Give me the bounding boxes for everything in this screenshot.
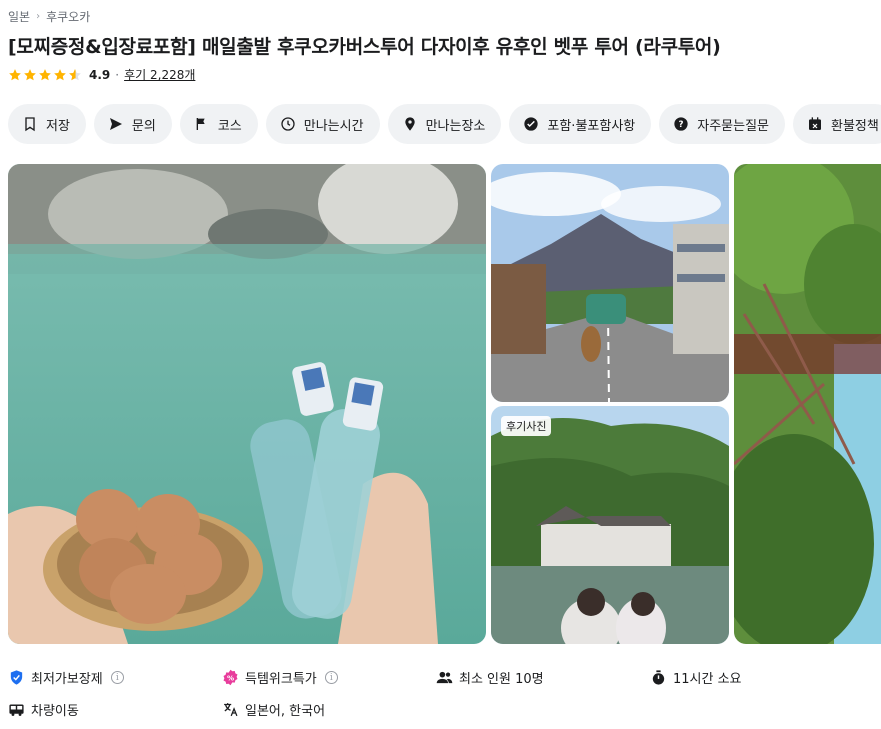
chip-label: 만나는시간 xyxy=(303,118,364,134)
breadcrumb-city[interactable]: 후쿠오카 xyxy=(46,8,90,25)
info-icon[interactable]: i xyxy=(110,671,124,684)
bookmark-icon xyxy=(25,117,35,132)
chevron-right-icon: › xyxy=(36,11,41,22)
feature-label: 득템위크특가 xyxy=(245,672,317,687)
photo-gallery: 후기사진 xyxy=(8,164,881,644)
feature-deal: % 득템위크특가 i xyxy=(222,668,338,687)
breadcrumb: 일본 › 후쿠오카 xyxy=(8,8,90,25)
stopwatch-icon xyxy=(652,670,665,685)
chip-label: 저장 xyxy=(46,118,70,134)
shield-check-icon xyxy=(10,670,23,685)
feature-label: 일본어, 한국어 xyxy=(245,704,326,719)
feature-duration: 11시간 소요 xyxy=(650,668,742,687)
feature-lowest-price: 최저가보장제 i xyxy=(8,668,124,687)
feature-label: 11시간 소요 xyxy=(673,672,742,687)
garden-photo[interactable] xyxy=(734,164,881,644)
street-photo[interactable] xyxy=(491,164,729,402)
info-icon[interactable]: i xyxy=(324,671,338,684)
chip-included[interactable]: 포함·불포함사항 xyxy=(509,104,652,144)
flag-icon xyxy=(196,118,205,130)
chip-faq[interactable]: ? 자주묻는질문 xyxy=(659,104,786,144)
star-icon xyxy=(9,68,21,80)
location-pin-icon xyxy=(404,117,415,131)
rating-row: 4.9 · 후기 2,228개 xyxy=(8,66,195,83)
rating-score: 4.9 xyxy=(89,67,111,82)
chip-course[interactable]: 코스 xyxy=(179,104,258,144)
chip-label: 문의 xyxy=(131,118,156,134)
main-photo[interactable] xyxy=(8,164,486,644)
review-photo-badge: 후기사진 xyxy=(501,416,552,436)
star-icon xyxy=(54,68,66,80)
feature-min-people: 최소 인원 10명 xyxy=(436,668,544,687)
reviews-link[interactable]: 후기 2,228개 xyxy=(124,66,195,83)
star-icon xyxy=(24,68,36,80)
calendar-x-icon xyxy=(809,117,822,130)
star-icon xyxy=(39,68,51,80)
rating-separator: · xyxy=(115,67,120,82)
lake-photo[interactable]: 후기사진 xyxy=(491,406,729,644)
translate-icon xyxy=(224,703,238,717)
svg-text:%: % xyxy=(227,673,234,682)
feature-label: 차량이동 xyxy=(31,704,79,719)
half-star-icon xyxy=(69,68,81,80)
feature-label: 최저가보장제 xyxy=(31,672,103,687)
chip-meeting-time[interactable]: 만나는시간 xyxy=(265,104,380,144)
send-icon xyxy=(109,118,122,130)
section-nav-chips: 저장 문의 코스 만나는시간 만나는장소 포함·불포함사항 ? 자주묻는질문 환… xyxy=(8,104,881,144)
question-circle-icon: ? xyxy=(674,117,688,131)
discount-badge-icon: % xyxy=(223,669,238,686)
feature-language: 일본어, 한국어 xyxy=(222,700,325,719)
breadcrumb-country[interactable]: 일본 xyxy=(8,8,30,25)
check-circle-icon xyxy=(524,117,539,131)
chip-meeting-place[interactable]: 만나는장소 xyxy=(387,104,502,144)
chip-label: 자주묻는질문 xyxy=(697,118,770,134)
chip-label: 포함·불포함사항 xyxy=(547,118,636,134)
chip-refund[interactable]: 환불정책 xyxy=(793,104,881,144)
star-rating xyxy=(8,68,82,82)
chip-save[interactable]: 저장 xyxy=(8,104,86,144)
page-title: [모찌증정&입장료포함] 매일출발 후쿠오카버스투어 다자이후 유후인 벳푸 투… xyxy=(8,36,721,58)
chip-label: 환불정책 xyxy=(831,118,879,134)
feature-label: 최소 인원 10명 xyxy=(459,672,544,687)
bus-icon xyxy=(9,704,24,716)
chip-label: 코스 xyxy=(217,118,242,134)
people-icon xyxy=(436,671,453,684)
chip-label: 만나는장소 xyxy=(425,118,486,134)
svg-text:?: ? xyxy=(679,120,684,130)
clock-icon xyxy=(281,117,295,131)
chip-inquiry[interactable]: 문의 xyxy=(93,104,172,144)
feature-transport: 차량이동 xyxy=(8,700,79,719)
